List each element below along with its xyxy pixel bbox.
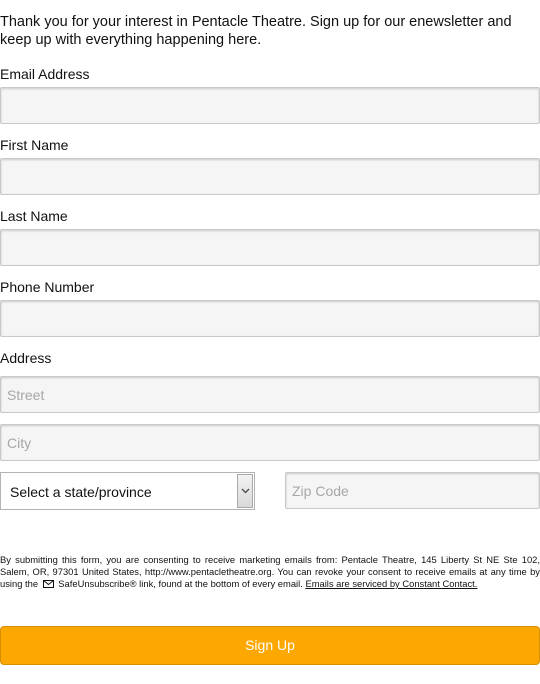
constant-contact-link[interactable]: Emails are serviced by Constant Contact. bbox=[305, 578, 477, 589]
zip-code-field[interactable] bbox=[285, 472, 540, 509]
chevron-down-icon[interactable] bbox=[237, 474, 253, 508]
email-field[interactable] bbox=[0, 87, 540, 124]
state-select[interactable]: Select a state/province bbox=[0, 472, 255, 510]
last-name-label: Last Name bbox=[0, 208, 68, 224]
city-field[interactable] bbox=[0, 424, 540, 461]
phone-field[interactable] bbox=[0, 300, 540, 337]
intro-text: Thank you for your interest in Pentacle … bbox=[0, 14, 512, 48]
state-select-value: Select a state/province bbox=[10, 484, 152, 500]
consent-disclaimer: By submitting this form, you are consent… bbox=[0, 554, 540, 591]
phone-label: Phone Number bbox=[0, 279, 95, 295]
street-field[interactable] bbox=[0, 376, 540, 413]
address-label: Address bbox=[0, 350, 52, 366]
safeunsubscribe-text: SafeUnsubscribe® link, found at the bott… bbox=[58, 578, 303, 589]
last-name-field[interactable] bbox=[0, 229, 540, 266]
email-label: Email Address bbox=[0, 66, 90, 82]
sign-up-button[interactable]: Sign Up bbox=[0, 626, 540, 665]
first-name-label: First Name bbox=[0, 137, 69, 153]
envelope-icon bbox=[42, 579, 54, 591]
first-name-field[interactable] bbox=[0, 158, 540, 195]
